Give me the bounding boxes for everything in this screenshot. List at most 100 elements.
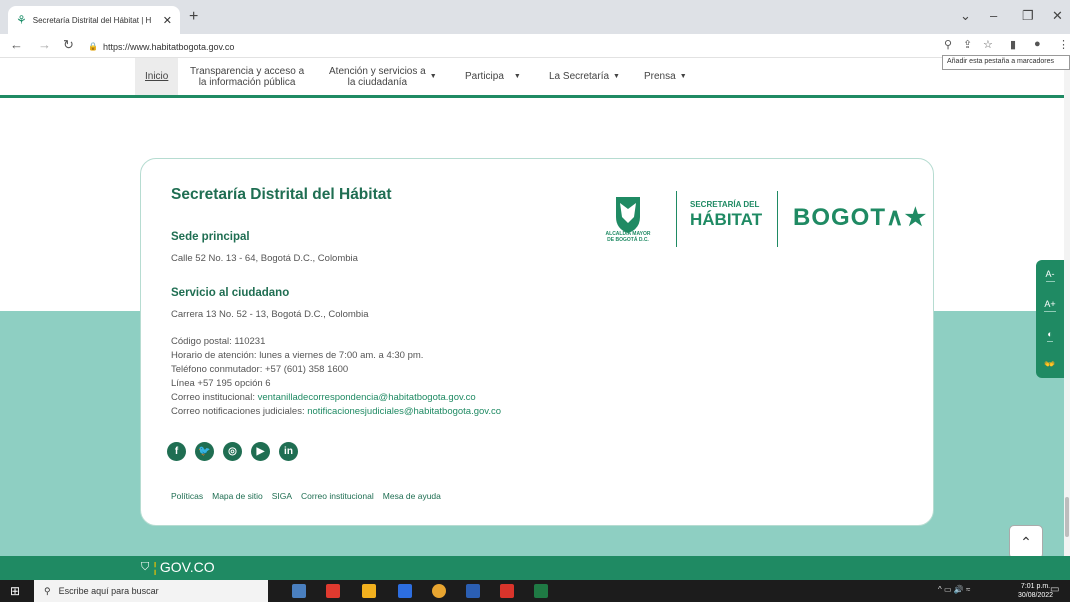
caret-down-icon: ▼ bbox=[513, 73, 521, 80]
excel-icon[interactable] bbox=[534, 584, 548, 598]
menu-icon[interactable]: ⋮ bbox=[1058, 38, 1069, 51]
minimize-icon[interactable]: – bbox=[990, 8, 997, 23]
nav-la-secretaria[interactable]: La Secretaría ▼ bbox=[549, 58, 620, 95]
nav-participa[interactable]: Participa ▼ bbox=[465, 58, 521, 95]
system-tray-icons[interactable]: ^ ▭ 🔊 ≈ bbox=[938, 585, 970, 594]
nav-inicio[interactable]: Inicio bbox=[135, 58, 179, 95]
nav-label: Prensa bbox=[644, 71, 676, 82]
nav-label: Transparencia y acceso a bbox=[190, 65, 305, 77]
site-nav: Inicio Transparencia y acceso a la infor… bbox=[0, 58, 1070, 98]
zoom-icon[interactable]: ⚲ bbox=[944, 38, 952, 51]
windows-start-icon[interactable]: ⊞ bbox=[10, 584, 20, 598]
nav-transparencia[interactable]: Transparencia y acceso a la información … bbox=[190, 58, 304, 95]
nav-prensa[interactable]: Prensa ▼ bbox=[644, 58, 687, 95]
contrast-icon[interactable]: ◐ bbox=[1047, 329, 1053, 342]
footer-link-mesa[interactable]: Mesa de ayuda bbox=[383, 491, 441, 501]
alcaldia-text: ALCALDÍA MAYOR DE BOGOTÁ D.C. bbox=[603, 231, 653, 243]
nav-label: Participa bbox=[465, 71, 504, 82]
clock-time: 7:01 p.m. bbox=[1020, 583, 1051, 590]
logo-divider bbox=[777, 191, 778, 247]
alcaldia-line2: DE BOGOTÁ D.C. bbox=[607, 237, 649, 243]
task-view-app-icon[interactable] bbox=[292, 584, 306, 598]
sede-address: Calle 52 No. 13 - 64, Bogotá D.C., Colom… bbox=[171, 253, 358, 264]
new-tab-button[interactable]: + bbox=[189, 8, 198, 26]
acrobat-icon[interactable] bbox=[500, 584, 514, 598]
tab-search-icon[interactable]: ⌄ bbox=[960, 8, 971, 24]
browser-tab-bar: ⚘ Secretaría Distrital del Hábitat | H ✕… bbox=[0, 0, 1070, 34]
tab-title: Secretaría Distrital del Hábitat | H bbox=[32, 15, 152, 25]
lock-icon: 🔒 bbox=[88, 42, 98, 51]
correo-link[interactable]: ventanilladecorrespondencia@habitatbogot… bbox=[258, 392, 476, 403]
servicio-heading: Servicio al ciudadano bbox=[171, 287, 290, 299]
profile-icon[interactable]: ● bbox=[1034, 38, 1041, 50]
correo-row: Correo institucional: ventanilladecorres… bbox=[171, 391, 501, 405]
forward-icon[interactable]: → bbox=[38, 37, 51, 52]
notifications-icon[interactable]: ▭ bbox=[1050, 584, 1059, 595]
govco-logo[interactable]: ⛉ ¦ GOV.CO bbox=[141, 559, 215, 575]
nav-label-line2: la ciudadanía bbox=[347, 76, 408, 88]
caret-down-icon: ▼ bbox=[679, 73, 687, 80]
footer-link-mapa[interactable]: Mapa de sitio bbox=[212, 491, 263, 501]
chrome-icon[interactable] bbox=[432, 584, 446, 598]
site-favicon-icon: ⚘ bbox=[16, 13, 27, 27]
font-decrease-button[interactable]: A- bbox=[1045, 269, 1055, 282]
font-increase-button[interactable]: A+ bbox=[1044, 299, 1056, 312]
notif-link[interactable]: notificacionesjudiciales@habitatbogota.g… bbox=[307, 406, 501, 417]
secretaria-logo: SECRETARÍA DEL HÁBITAT bbox=[690, 201, 763, 229]
footer-link-siga[interactable]: SIGA bbox=[272, 491, 292, 501]
govco-shield-icon: ⛉ bbox=[141, 560, 150, 573]
nav-label: Inicio bbox=[145, 71, 169, 82]
url-field[interactable]: 🔒 https://www.habitatbogota.gov.co bbox=[88, 38, 234, 55]
caret-down-icon: ▼ bbox=[613, 73, 620, 80]
telefono: Teléfono conmutador: +57 (601) 358 1600 bbox=[171, 364, 349, 375]
restore-icon[interactable]: ❐ bbox=[1022, 8, 1034, 24]
nav-label: Atención y servicios a bbox=[329, 65, 426, 77]
bogota-a-star-icon: ∧★ bbox=[886, 204, 928, 231]
back-icon[interactable]: ← bbox=[10, 37, 23, 52]
logo-divider bbox=[676, 191, 677, 247]
twitter-icon[interactable]: 🐦 bbox=[195, 442, 214, 461]
linkedin-icon[interactable]: in bbox=[279, 442, 298, 461]
footer-link-correo[interactable]: Correo institucional bbox=[301, 491, 374, 501]
instagram-icon[interactable]: ◎ bbox=[223, 442, 242, 461]
word-icon[interactable] bbox=[466, 584, 480, 598]
contact-details: Código postal: 110231 Horario de atenció… bbox=[171, 335, 501, 419]
bogota-text: BOGOT bbox=[793, 204, 886, 231]
govco-bar: ⛉ ¦ GOV.CO bbox=[0, 556, 1070, 580]
youtube-icon[interactable]: ▶ bbox=[251, 442, 270, 461]
media-app-icon[interactable] bbox=[326, 584, 340, 598]
taskbar-clock[interactable]: 7:01 p.m. 30/08/2022 bbox=[1018, 582, 1053, 600]
bookmark-star-icon[interactable]: ☆ bbox=[983, 38, 993, 51]
taskbar-search-box[interactable]: ⚲ Escribe aquí para buscar bbox=[34, 580, 268, 602]
scroll-to-top-button[interactable]: ⌃ bbox=[1009, 525, 1043, 559]
footer-links: Políticas Mapa de sitio SIGA Correo inst… bbox=[171, 491, 441, 501]
browser-tab[interactable]: ⚘ Secretaría Distrital del Hábitat | H ✕ bbox=[8, 6, 180, 34]
bogota-logo: BOGOT∧★ bbox=[793, 203, 927, 232]
nav-label: La Secretaría bbox=[549, 71, 610, 82]
clock-date: 30/08/2022 bbox=[1018, 592, 1054, 599]
side-panel-icon[interactable]: ▮ bbox=[1010, 38, 1016, 51]
search-icon: ⚲ bbox=[44, 585, 51, 596]
servicio-address: Carrera 13 No. 52 - 13, Bogotá D.C., Col… bbox=[171, 309, 369, 320]
file-explorer-icon[interactable] bbox=[362, 584, 376, 598]
caret-down-icon: ▼ bbox=[429, 73, 437, 80]
correo-label: Correo institucional: bbox=[171, 392, 258, 403]
sign-language-icon[interactable]: 👐 bbox=[1044, 359, 1055, 370]
reload-icon[interactable]: ↻ bbox=[63, 37, 74, 53]
window-close-icon[interactable]: ✕ bbox=[1052, 8, 1063, 24]
zoom-app-icon[interactable] bbox=[398, 584, 412, 598]
linea: Línea +57 195 opción 6 bbox=[171, 378, 271, 389]
social-links: f 🐦 ◎ ▶ in bbox=[167, 442, 298, 461]
tab-close-icon[interactable]: ✕ bbox=[163, 14, 172, 27]
notif-label: Correo notificaciones judiciales: bbox=[171, 406, 308, 417]
facebook-icon[interactable]: f bbox=[167, 442, 186, 461]
footer-link-politicas[interactable]: Políticas bbox=[171, 491, 203, 501]
windows-taskbar: ⊞ ⚲ Escribe aquí para buscar ^ ▭ 🔊 ≈ 7:0… bbox=[0, 580, 1070, 602]
nav-atencion[interactable]: Atención y servicios a la ciudadanía ▼ bbox=[329, 58, 437, 95]
bookmark-tooltip: Añadir esta pestaña a marcadores bbox=[942, 55, 1070, 70]
share-icon[interactable]: ⇪ bbox=[963, 38, 972, 51]
horario: Horario de atención: lunes a viernes de … bbox=[171, 350, 424, 361]
secretaria-line2: HÁBITAT bbox=[690, 210, 763, 229]
govco-separator-icon: ¦ bbox=[153, 559, 157, 575]
scrollbar-thumb[interactable] bbox=[1065, 497, 1069, 537]
